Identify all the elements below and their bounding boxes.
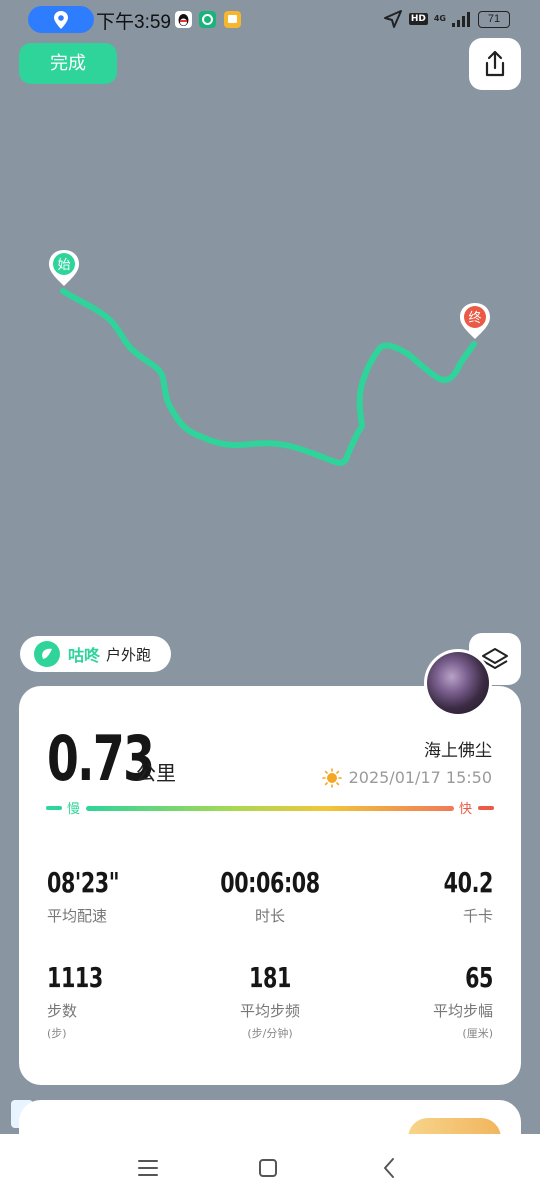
stat-label: 平均步频 — [239, 1002, 300, 1020]
stat-value: 40.2 — [443, 866, 494, 899]
share-icon — [485, 50, 505, 77]
stat-value: 181 — [249, 961, 291, 994]
brand-name: 咕咚 — [68, 646, 101, 665]
done-button[interactable]: 完成 — [19, 43, 117, 84]
stat-label: 平均步幅 — [432, 1002, 493, 1020]
stat-value: 00:06:08 — [220, 866, 320, 899]
share-button[interactable] — [469, 38, 521, 90]
route-map[interactable]: 始 终 — [0, 0, 540, 640]
stat-value: 1113 — [47, 961, 103, 994]
pace-legend: 慢 快 — [46, 798, 496, 818]
start-label: 始 — [57, 258, 70, 273]
pace-fast-label: 快 — [459, 802, 473, 817]
start-marker: 始 — [49, 250, 79, 286]
sport-type: 户外跑 — [106, 645, 152, 664]
stat-avg-stride: 65 平均步幅 (厘米) — [333, 961, 493, 1041]
sunny-weather-icon — [322, 768, 342, 788]
stat-label: 千卡 — [462, 907, 493, 925]
system-nav-bar — [0, 1134, 540, 1200]
stat-calories: 40.2 千卡 — [333, 866, 494, 926]
pace-gradient-bar — [86, 806, 454, 811]
stat-value: 08'23" — [47, 866, 120, 899]
pace-slow-label: 慢 — [67, 802, 81, 817]
activity-datetime: 2025/01/17 15:50 — [348, 768, 492, 787]
menu-icon[interactable] — [134, 1154, 162, 1182]
home-icon[interactable] — [254, 1154, 282, 1182]
stat-avg-pace: 08'23" 平均配速 — [47, 866, 207, 926]
pace-slow-marker — [46, 806, 62, 810]
stat-label: 平均配速 — [47, 907, 108, 925]
back-icon[interactable] — [376, 1154, 404, 1182]
stat-label: 时长 — [254, 907, 285, 925]
stat-unit: (步/分钟) — [247, 1027, 293, 1040]
avatar[interactable] — [424, 649, 492, 717]
pace-fast-marker — [478, 806, 494, 810]
stat-duration: 00:06:08 时长 — [190, 866, 350, 926]
stat-avg-cadence: 181 平均步频 (步/分钟) — [190, 961, 350, 1041]
codoon-logo-icon — [34, 641, 60, 667]
username: 海上佛尘 — [424, 741, 492, 761]
end-label: 终 — [468, 310, 481, 326]
stat-value: 65 — [465, 961, 493, 994]
route-path — [60, 288, 477, 466]
stat-unit: (厘米) — [462, 1027, 493, 1040]
stat-unit: (步) — [47, 1027, 67, 1040]
brand-chip: 咕咚 户外跑 — [20, 636, 171, 672]
distance-unit: 公里 — [136, 761, 176, 785]
end-marker: 终 — [460, 303, 490, 339]
stat-label: 步数 — [47, 1002, 78, 1020]
stat-steps: 1113 步数 (步) — [47, 961, 207, 1041]
